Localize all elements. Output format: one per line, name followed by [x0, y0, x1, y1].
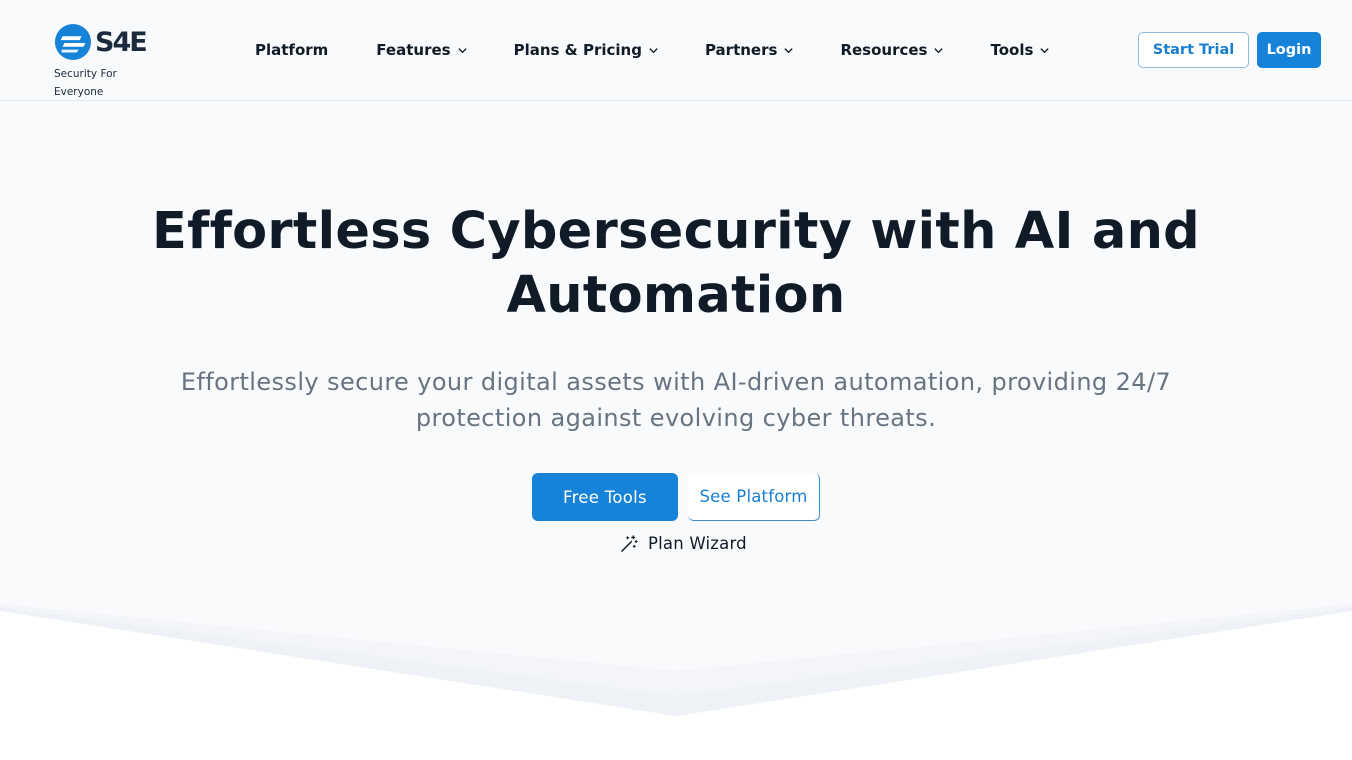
nav-item-label: Tools: [990, 41, 1034, 59]
chevron-down-icon: [934, 47, 944, 53]
free-tools-button[interactable]: Free Tools: [532, 473, 678, 521]
main-nav: Platform Features Plans & Pricing Partne…: [255, 38, 1050, 62]
logo-tagline: Security For Everyone: [54, 68, 117, 98]
start-trial-button[interactable]: Start Trial: [1138, 32, 1249, 68]
nav-item-partners[interactable]: Partners: [705, 41, 794, 59]
nav-item-label: Partners: [704, 41, 778, 59]
s4e-logo-icon: [54, 23, 92, 61]
nav-item-label: Resources: [840, 41, 928, 59]
logo-row: S4E: [54, 22, 164, 62]
nav-item-features[interactable]: Features: [376, 41, 467, 59]
chevron-down-icon: [1040, 47, 1050, 53]
magic-wand-icon: [621, 534, 638, 552]
logo-wordmark: S4E: [95, 26, 148, 58]
chevron-down-icon: [649, 47, 658, 53]
login-button[interactable]: Login: [1257, 32, 1321, 68]
nav-item-label: Features: [376, 41, 451, 59]
chevron-down-icon: [784, 47, 794, 53]
plan-wizard-label: Plan Wizard: [648, 533, 747, 553]
plan-wizard-link[interactable]: Plan Wizard: [620, 531, 747, 555]
site-header: S4E Security For Everyone Platform Featu…: [0, 0, 1352, 101]
nav-item-label: Platform: [255, 41, 329, 59]
logo[interactable]: S4E Security For Everyone: [54, 22, 164, 98]
nav-item-platform[interactable]: Platform: [255, 41, 328, 59]
hero-subtitle: Effortlessly secure your digital assets …: [180, 368, 1172, 432]
nav-item-plans-pricing[interactable]: Plans & Pricing: [514, 41, 659, 59]
see-platform-button[interactable]: See Platform: [688, 473, 820, 521]
chevron-down-icon: [457, 47, 467, 53]
hero-title: Effortless Cybersecurity with AI and Aut…: [151, 202, 1200, 325]
nav-item-resources[interactable]: Resources: [840, 41, 944, 59]
nav-item-label: Plans & Pricing: [513, 41, 642, 59]
nav-item-tools[interactable]: Tools: [990, 41, 1050, 59]
